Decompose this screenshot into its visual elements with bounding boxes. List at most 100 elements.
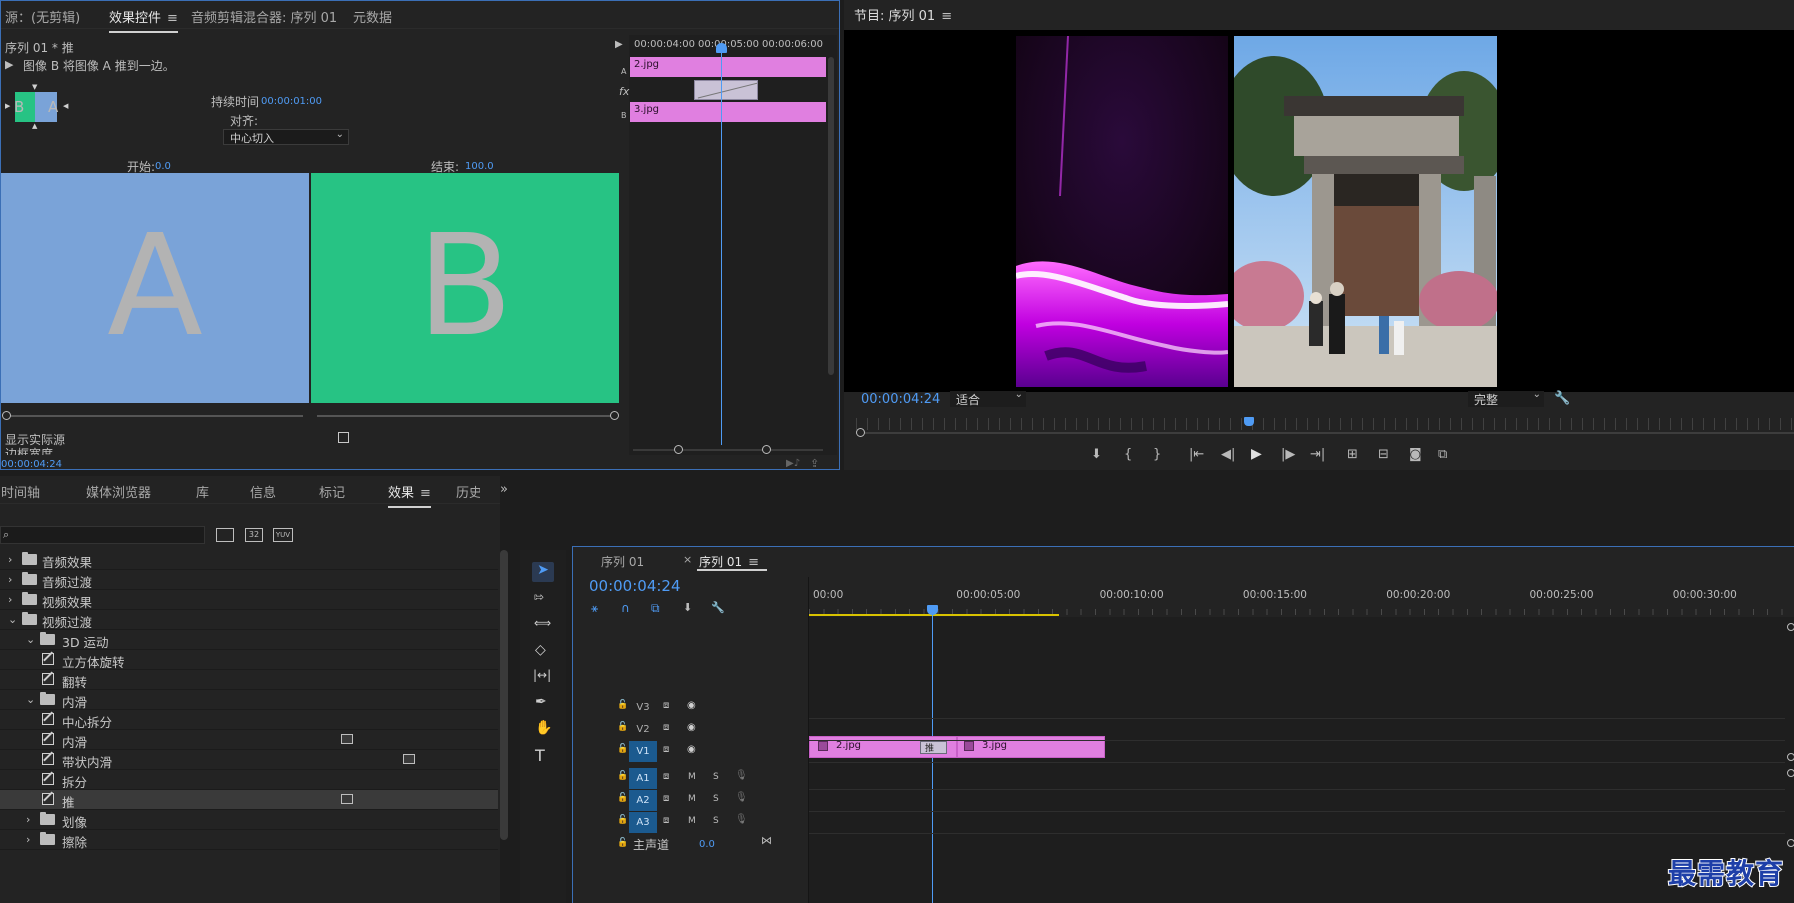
edge-selector-bottom-icon[interactable]: ▲ bbox=[32, 122, 37, 130]
mute-button[interactable]: M bbox=[688, 772, 696, 782]
chevron-down-icon[interactable]: ⌄ bbox=[8, 613, 17, 626]
audio-only-icon[interactable]: ▶♪ bbox=[786, 458, 800, 469]
end-value[interactable]: 100.0 bbox=[465, 161, 494, 172]
32bit-effects-icon[interactable]: 32 bbox=[245, 528, 263, 542]
microphone-icon[interactable]: 🎙 bbox=[735, 792, 748, 803]
mini-playhead-handle[interactable] bbox=[716, 43, 727, 53]
edge-selector-right-icon[interactable]: ◀ bbox=[63, 102, 68, 110]
edge-selector-left-icon[interactable]: ▶ bbox=[5, 102, 10, 110]
start-slider[interactable] bbox=[6, 415, 303, 417]
tab-audio-mixer[interactable]: 音频剪辑混合器: 序列 01 bbox=[191, 7, 337, 26]
tab-effects[interactable]: 效果 ≡ bbox=[388, 482, 431, 508]
tab-source[interactable]: 源：(无剪辑) bbox=[5, 7, 80, 26]
tab-metadata[interactable]: 元数据 bbox=[353, 7, 392, 26]
effects-tree-item[interactable]: 推 bbox=[0, 790, 498, 810]
razor-tool[interactable]: ◇ bbox=[535, 642, 546, 658]
timeline-vscroll-top[interactable] bbox=[1787, 623, 1794, 631]
bottom-timecode[interactable]: 00:00:04:24 bbox=[1, 459, 62, 470]
sync-lock-icon[interactable]: ⧈ bbox=[663, 744, 669, 755]
mark-out-button[interactable]: } bbox=[1153, 447, 1161, 462]
effects-tree-item[interactable]: 带状内滑 bbox=[0, 750, 498, 770]
add-marker-icon[interactable]: ⬇ bbox=[683, 601, 692, 614]
go-to-in-button[interactable]: |⇤ bbox=[1189, 447, 1204, 462]
timeline-vscroll-bottom[interactable] bbox=[1787, 839, 1794, 847]
mini-clip-a[interactable]: 2.jpg bbox=[630, 57, 826, 77]
end-slider[interactable] bbox=[317, 415, 614, 417]
timeline-menu-icon[interactable]: ≡ bbox=[748, 555, 759, 570]
play-button[interactable]: ▶ bbox=[1251, 446, 1262, 462]
master-lock-icon[interactable]: 🔓 bbox=[617, 838, 628, 848]
sync-lock-icon[interactable]: ⧈ bbox=[663, 771, 669, 782]
export-frame-camera-icon[interactable]: ◙ bbox=[1409, 447, 1422, 462]
close-tab-icon[interactable]: × bbox=[683, 553, 692, 566]
effects-scrollbar[interactable] bbox=[500, 550, 508, 840]
program-ruler[interactable] bbox=[856, 418, 1794, 430]
start-value[interactable]: 0.0 bbox=[155, 161, 171, 172]
go-to-out-button[interactable]: ⇥| bbox=[1310, 447, 1325, 462]
timeline-settings-wrench-icon[interactable]: 🔧 bbox=[711, 601, 725, 614]
track-target-a3[interactable]: A3 bbox=[629, 812, 657, 833]
effects-tree-item[interactable]: 翻转 bbox=[0, 670, 498, 690]
menu-icon[interactable]: ≡ bbox=[167, 11, 178, 26]
tab-history[interactable]: 历史 bbox=[456, 482, 480, 501]
track-target-a2[interactable]: A2 bbox=[629, 790, 657, 811]
effects-tree-item[interactable]: › 擦除 bbox=[0, 830, 498, 850]
solo-button[interactable]: S bbox=[713, 794, 719, 804]
start-slider-handle[interactable] bbox=[2, 411, 11, 420]
mini-zoom-handle-right[interactable] bbox=[762, 445, 771, 454]
effects-tree-item[interactable]: › 视频效果 bbox=[0, 590, 498, 610]
extract-button[interactable]: ⊟ bbox=[1378, 447, 1389, 462]
mini-zoom-handle-left[interactable] bbox=[674, 445, 683, 454]
tab-timeline-clip[interactable]: 时间轴 bbox=[0, 482, 40, 501]
lock-icon[interactable]: 🔓 bbox=[617, 722, 628, 732]
chevron-right-icon[interactable]: › bbox=[26, 833, 30, 846]
duration-value[interactable]: 00:00:01:00 bbox=[261, 96, 322, 107]
effects-tree-item[interactable]: › 划像 bbox=[0, 810, 498, 830]
program-menu-icon[interactable]: ≡ bbox=[941, 9, 952, 24]
eye-icon[interactable]: ◉ bbox=[687, 700, 696, 711]
effects-tree-item[interactable]: ⌄ 内滑 bbox=[0, 690, 498, 710]
effects-tree-item[interactable]: 中心拆分 bbox=[0, 710, 498, 730]
slip-tool[interactable]: |↔| bbox=[533, 668, 551, 682]
effects-tree-item[interactable]: 拆分 bbox=[0, 770, 498, 790]
align-dropdown[interactable]: 中心切入 ⌄ bbox=[223, 129, 349, 145]
more-tabs-icon[interactable]: » bbox=[500, 482, 508, 497]
lock-icon[interactable]: 🔓 bbox=[617, 793, 628, 803]
program-scrubber-bar[interactable] bbox=[856, 432, 1794, 434]
track-target-v2[interactable]: V2 bbox=[629, 719, 657, 740]
timeline-transition-push[interactable]: 推 bbox=[920, 741, 947, 754]
timeline-tab-1[interactable]: 序列 01 bbox=[601, 553, 644, 570]
timeline-vscroll-audio[interactable] bbox=[1787, 769, 1794, 777]
program-scrubber-start[interactable] bbox=[856, 428, 865, 437]
effects-menu-icon[interactable]: ≡ bbox=[420, 486, 431, 501]
lock-icon[interactable]: 🔓 bbox=[617, 744, 628, 754]
type-tool[interactable]: T bbox=[535, 746, 545, 765]
track-target-v3[interactable]: V3 bbox=[629, 697, 657, 718]
end-slider-handle[interactable] bbox=[610, 411, 619, 420]
sync-lock-icon[interactable]: ⧈ bbox=[663, 815, 669, 826]
track-target-v1[interactable]: V1 bbox=[629, 741, 657, 762]
chevron-right-icon[interactable]: › bbox=[8, 553, 12, 566]
sync-lock-icon[interactable]: ⧈ bbox=[663, 722, 669, 733]
tab-effect-controls[interactable]: 效果控件 ≡ bbox=[109, 7, 178, 33]
effects-tree-item[interactable]: › 音频效果 bbox=[0, 550, 498, 570]
lock-icon[interactable]: 🔓 bbox=[617, 815, 628, 825]
eye-icon[interactable]: ◉ bbox=[687, 744, 696, 755]
chevron-down-icon[interactable]: ⌄ bbox=[26, 633, 35, 646]
hand-tool[interactable]: ✋ bbox=[535, 720, 552, 736]
effects-tree-item[interactable]: › 音频过渡 bbox=[0, 570, 498, 590]
program-timecode[interactable]: 00:00:04:24 bbox=[861, 392, 940, 407]
fit-dropdown[interactable]: 适合 ⌄ bbox=[950, 389, 1026, 407]
step-back-button[interactable]: ◀| bbox=[1221, 447, 1235, 462]
master-end-icon[interactable]: ⋈ bbox=[761, 834, 772, 847]
tab-library[interactable]: 库 bbox=[196, 482, 209, 501]
tab-info[interactable]: 信息 bbox=[250, 482, 276, 501]
add-marker-button[interactable]: ⬇ bbox=[1091, 447, 1102, 462]
track-select-tool[interactable]: ⇰ bbox=[534, 590, 544, 604]
comparison-view-button[interactable]: ⧉ bbox=[1438, 447, 1447, 462]
mini-scrollbar-v[interactable] bbox=[828, 57, 834, 375]
ripple-edit-tool[interactable]: ⟺ bbox=[534, 616, 551, 630]
expand-arrow-icon[interactable]: ▶ bbox=[615, 39, 623, 50]
program-playhead[interactable] bbox=[1244, 417, 1254, 426]
tab-markers[interactable]: 标记 bbox=[319, 482, 345, 501]
